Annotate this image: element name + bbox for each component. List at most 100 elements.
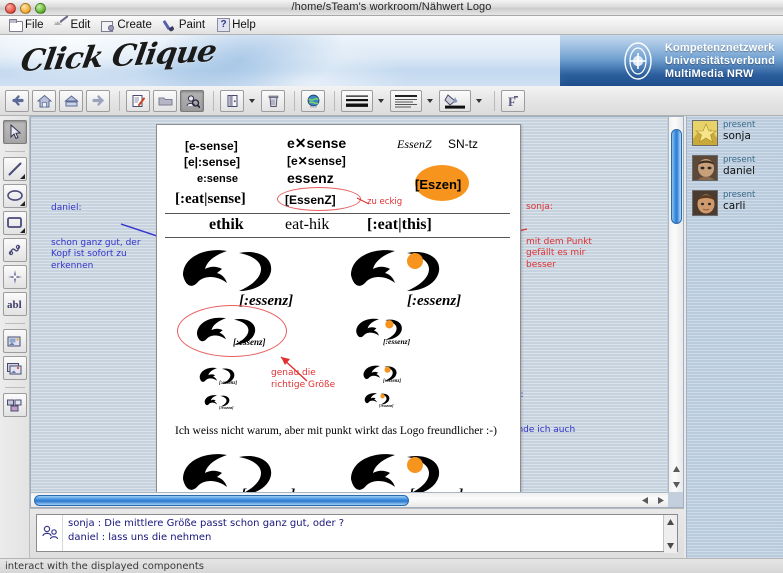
essenz-logo-large-plain[interactable]: [177, 243, 277, 299]
annotate-button[interactable]: [126, 90, 150, 112]
canvas-horizontal-scroll-thumb[interactable]: [34, 495, 409, 506]
fill-dropdown-arrow[interactable]: [476, 99, 482, 103]
essenz-logo-large-dot[interactable]: [345, 243, 445, 299]
inspect-button[interactable]: [180, 90, 204, 112]
navigation-button-group: [5, 90, 113, 112]
delete-button[interactable]: [261, 90, 285, 112]
menu-item-paint[interactable]: Paint: [161, 17, 214, 34]
red-ellipse-medium-logo[interactable]: [177, 305, 287, 357]
ellipse-tool[interactable]: [3, 184, 27, 208]
font-button[interactable]: F: [501, 90, 525, 112]
wordmark-essenz-italic[interactable]: EssenZ: [397, 137, 432, 152]
linewidth-button[interactable]: [341, 90, 373, 112]
line-tool[interactable]: [3, 157, 27, 181]
canvas-vscroll-arrows[interactable]: [670, 464, 683, 490]
chat-message-list[interactable]: sonja : Die mittlere Größe passt schon g…: [63, 515, 663, 551]
user-row-sonja[interactable]: present sonja: [692, 120, 755, 146]
sonja-avatar[interactable]: [692, 120, 718, 146]
linewidth-combo[interactable]: [341, 90, 387, 112]
palette-separator-2: [5, 323, 25, 324]
select-tool[interactable]: [3, 120, 27, 144]
back-button[interactable]: [5, 90, 29, 112]
essenz-label-small-plain[interactable]: [:essenz]: [219, 381, 237, 386]
wordmark-eat-this[interactable]: [:eat|this]: [367, 216, 432, 234]
menu-item-file[interactable]: File: [7, 17, 53, 34]
newdoc-button[interactable]: [220, 90, 244, 112]
image-tool[interactable]: [3, 329, 27, 353]
chat-area: sonja : Die mittlere Größe passt schon g…: [30, 508, 684, 558]
freehand-tool[interactable]: [3, 238, 27, 262]
essenz-label-tiny-dot[interactable]: [:essenz]: [379, 403, 393, 408]
carli-meta: present carli: [723, 190, 755, 212]
user-row-daniel[interactable]: present daniel: [692, 155, 755, 181]
annotation-zu-eckig[interactable]: zu eckig: [367, 197, 402, 209]
canvas-vertical-scroll-thumb[interactable]: [671, 129, 682, 224]
wordmark-essenz[interactable]: essenz: [287, 170, 334, 186]
rectangle-tool-submenu-indicator[interactable]: [20, 228, 25, 233]
newdoc-dropdown-arrow[interactable]: [249, 99, 255, 103]
rectangle-tool[interactable]: [3, 211, 27, 235]
wordmark-ethik[interactable]: ethik: [209, 216, 244, 234]
text-tool[interactable]: abl: [3, 292, 27, 316]
essenz-label-tiny-plain[interactable]: [:essenz]: [219, 405, 233, 410]
point-tool[interactable]: [3, 265, 27, 289]
question-mark-icon: [216, 19, 229, 32]
user-row-carli[interactable]: present carli: [692, 190, 755, 216]
wordmark-exsense[interactable]: e✕sense: [287, 135, 346, 152]
canvas-horizontal-scrollbar[interactable]: [31, 492, 668, 507]
up-button[interactable]: [59, 90, 83, 112]
home-button[interactable]: [32, 90, 56, 112]
chat-box[interactable]: sonja : Die mittlere Größe passt schon g…: [36, 514, 678, 552]
document-page[interactable]: [e-sense] e✕sense EssenZ SN-tz [e|:sense…: [156, 124, 521, 502]
menu-item-edit[interactable]: Edit: [53, 17, 100, 34]
annotation-size-note[interactable]: genau die richtige Größe: [271, 368, 335, 391]
canvas-background[interactable]: daniel: schon ganz gut, der Kopf ist sof…: [31, 117, 667, 507]
essenz-label-medium-dot[interactable]: [:essenz]: [383, 337, 410, 346]
textstyle-button[interactable]: [390, 90, 422, 112]
image-copy-tool[interactable]: [3, 356, 27, 380]
wordmark-e-sense[interactable]: [e-sense]: [185, 139, 238, 153]
line-tool-submenu-indicator[interactable]: [20, 174, 25, 179]
menu-item-create[interactable]: Create: [99, 17, 161, 34]
wordmark-eat-sense[interactable]: [:eat|sense]: [175, 191, 246, 208]
wordmark-sn-tz[interactable]: SN-tz: [448, 137, 478, 151]
wordmark-eat-hik[interactable]: eat-hik: [285, 216, 329, 234]
textstyle-dropdown-arrow[interactable]: [427, 99, 433, 103]
palette-separator-3: [5, 387, 25, 388]
chat-message-1: sonja : Die mittlere Größe passt schon g…: [68, 517, 663, 531]
essenz-label-large-dot[interactable]: [:essenz]: [407, 293, 461, 310]
fill-button[interactable]: [439, 90, 471, 112]
kompetenznetzwerk-brand: Kompetenznetzwerk Universitätsverbund Mu…: [618, 41, 775, 81]
linewidth-dropdown-arrow[interactable]: [378, 99, 384, 103]
document-canvas-area[interactable]: daniel: schon ganz gut, der Kopf ist sof…: [30, 116, 684, 508]
group-tool[interactable]: [3, 393, 27, 417]
edit-abc-icon: [55, 19, 68, 32]
annotation-daniel-left-author: daniel:: [51, 203, 141, 215]
annotation-sonja-right[interactable]: sonja: mit dem Punkt gefällt es mir bess…: [526, 179, 592, 294]
wordmark-bracket-exsense[interactable]: [e✕sense]: [287, 154, 346, 168]
wordmark-eszen-highlight[interactable]: [Eszen]: [415, 177, 461, 192]
newdoc-button-combo[interactable]: [220, 90, 258, 112]
wordmark-e-sense-plain[interactable]: e:sense: [197, 173, 238, 185]
menu-item-help[interactable]: Help: [214, 17, 265, 34]
forward-button[interactable]: [86, 90, 110, 112]
canvas-vertical-scrollbar[interactable]: [668, 117, 683, 492]
paint-brush-icon: [163, 19, 176, 32]
textstyle-combo[interactable]: [390, 90, 436, 112]
ellipse-tool-submenu-indicator[interactable]: [20, 201, 25, 206]
chat-scrollbar[interactable]: [663, 515, 677, 551]
people-chat-icon: [41, 524, 59, 542]
red-ellipse-essenz[interactable]: [277, 187, 361, 211]
page-caption[interactable]: Ich weiss nicht warum, aber mit punkt wi…: [175, 425, 497, 437]
wordmark-e-colon-sense[interactable]: [e|:sense]: [184, 155, 240, 169]
brand-banner: Click Clique Kompetenznetzwerk Universit…: [0, 35, 783, 86]
essenz-label-small-dot[interactable]: [:essenz]: [383, 379, 401, 384]
tool-palette: abl: [0, 116, 30, 558]
menu-label-file: File: [25, 19, 44, 31]
canvas-hscroll-arrows[interactable]: [640, 494, 666, 507]
web-button[interactable]: [301, 90, 325, 112]
fill-combo[interactable]: [439, 90, 485, 112]
carli-avatar[interactable]: [692, 190, 718, 216]
folder-button[interactable]: [153, 90, 177, 112]
daniel-avatar[interactable]: [692, 155, 718, 181]
